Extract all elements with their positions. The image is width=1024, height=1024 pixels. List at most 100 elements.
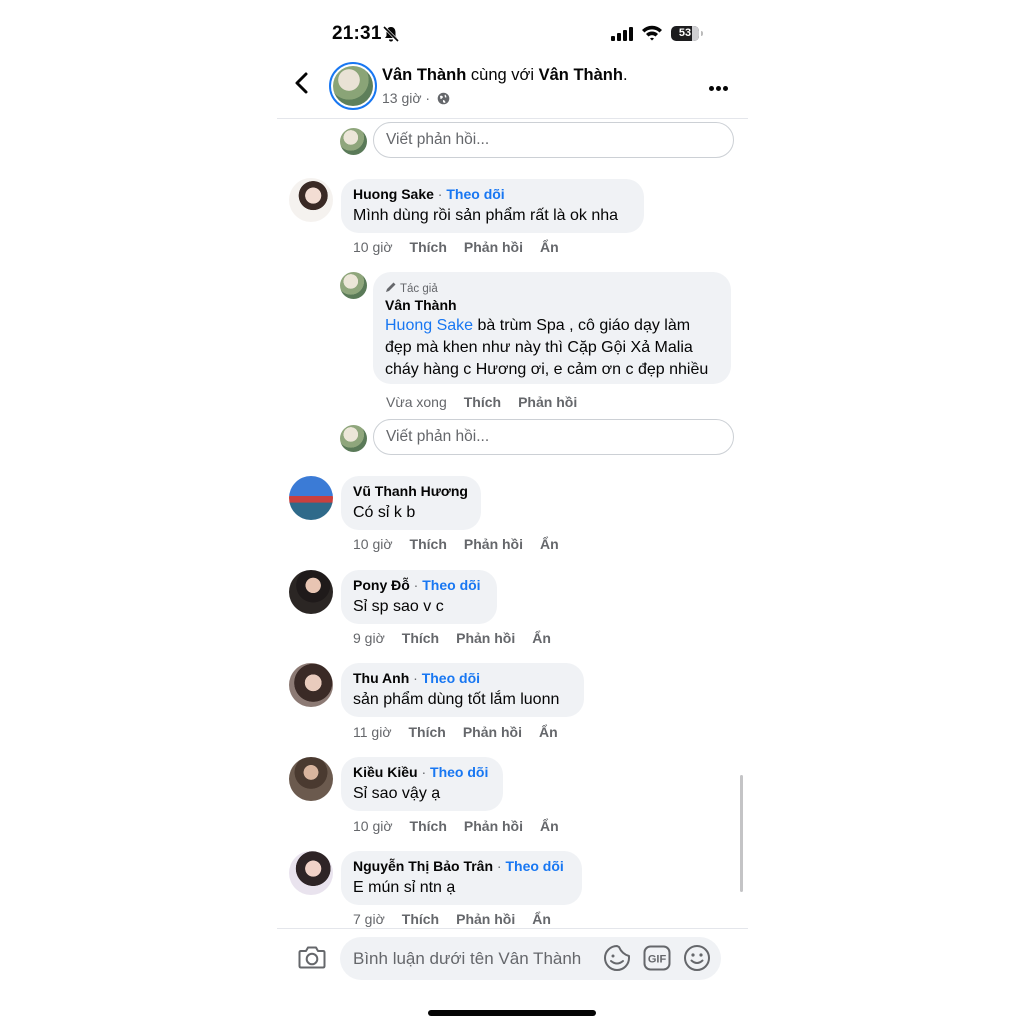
back-arrow-icon[interactable]	[291, 70, 313, 96]
camera-icon[interactable]	[298, 944, 326, 970]
author-reply-bubble: Tác giả Vân Thành Huong Sake bà trùm Spa…	[373, 272, 731, 384]
follow-button[interactable]: Theo dõi	[422, 670, 480, 686]
signal-icon	[611, 27, 633, 41]
comment-bubble: Thu Anh · Theo dõi sản phẩm dùng tốt lắm…	[341, 663, 584, 717]
follow-button[interactable]: Theo dõi	[446, 186, 504, 202]
post-header: Vân Thành cùng với Vân Thành. 13 giờ ·	[277, 56, 748, 118]
comment-actions: 9 giờ Thích Phản hồi Ẩn	[353, 630, 568, 646]
comment-text: E mún sỉ ntn ạ	[353, 879, 456, 896]
comment-actions: 10 giờ Thích Phản hồi Ẩn	[353, 818, 576, 834]
commenter-avatar[interactable]	[289, 476, 333, 520]
hide-button[interactable]: Ẩn	[539, 724, 558, 740]
hide-button[interactable]: Ẩn	[540, 818, 559, 834]
reply-input[interactable]: Viết phản hồi...	[373, 419, 734, 455]
comment-bubble: Huong Sake · Theo dõi Mình dùng rồi sản …	[341, 179, 644, 233]
status-bar: 21:31 53	[277, 18, 748, 52]
follow-button[interactable]: Theo dõi	[422, 577, 480, 593]
author-reply-actions: Vừa xong Thích Phản hồi	[386, 394, 594, 410]
comment-text: Có sỉ k b	[353, 504, 416, 521]
composer-divider	[277, 928, 748, 929]
battery-icon: 53	[671, 26, 703, 41]
follow-button[interactable]: Theo dõi	[505, 858, 563, 874]
header-divider	[277, 118, 748, 119]
author-name-link[interactable]: Vân Thành	[382, 66, 466, 84]
author-reply-avatar[interactable]	[340, 272, 367, 299]
hide-button[interactable]: Ẩn	[540, 239, 559, 255]
sticker-icon[interactable]	[603, 944, 631, 972]
reply-button[interactable]: Phản hồi	[456, 911, 515, 927]
comment-bubble: Kiều Kiều · Theo dõi Sỉ sao vậy ạ	[341, 757, 503, 811]
comment-text: sản phẩm dùng tốt lắm luonn	[353, 691, 560, 708]
battery-level: 53	[678, 27, 692, 39]
comment-time: 10 giờ	[353, 536, 393, 552]
like-button[interactable]: Thích	[402, 630, 439, 646]
comment-time: 11 giờ	[353, 724, 392, 740]
comment-time: 7 giờ	[353, 911, 385, 927]
author-reply-text: Huong Sake bà trùm Spa , cô giáo dạy làm…	[385, 317, 709, 378]
comment-text: Sỉ sao vậy ạ	[353, 785, 441, 802]
comment-actions: 10 giờ Thích Phản hồi Ẩn	[353, 536, 576, 552]
mention-link[interactable]: Huong Sake	[385, 317, 473, 334]
like-button[interactable]: Thích	[409, 724, 446, 740]
svg-text:GIF: GIF	[648, 954, 667, 966]
comment-actions: 11 giờ Thích Phản hồi Ẩn	[353, 724, 575, 740]
comment-text: Sỉ sp sao v c	[353, 598, 444, 615]
reply-input[interactable]: Viết phản hồi...	[373, 122, 734, 158]
scrollbar[interactable]	[740, 775, 743, 892]
comment-bubble: Nguyễn Thị Bảo Trân · Theo dõi E mún sỉ …	[341, 851, 582, 905]
commenter-name[interactable]: Vũ Thanh Hương	[353, 483, 468, 499]
author-badge: Tác giả	[385, 281, 719, 295]
comment-time: 10 giờ	[353, 239, 393, 255]
phone-screen: 21:31 53 Vân Thành cùng với Vân Thành. 1…	[277, 0, 748, 1024]
commenter-name[interactable]: Nguyễn Thị Bảo Trân	[353, 858, 493, 874]
emoji-icon[interactable]	[683, 944, 711, 972]
comment-time: 9 giờ	[353, 630, 385, 646]
reply-button[interactable]: Phản hồi	[518, 394, 577, 410]
comment-actions: 7 giờ Thích Phản hồi Ẩn	[353, 911, 568, 927]
commenter-avatar[interactable]	[289, 178, 333, 222]
commenter-avatar[interactable]	[289, 663, 333, 707]
more-icon[interactable]	[709, 78, 733, 91]
hide-button[interactable]: Ẩn	[532, 630, 551, 646]
like-button[interactable]: Thích	[464, 394, 501, 410]
commenter-avatar[interactable]	[289, 851, 333, 895]
comment-bubble: Pony Đỗ · Theo dõi Sỉ sp sao v c	[341, 570, 497, 624]
reply-button[interactable]: Phản hồi	[456, 630, 515, 646]
post-time: 13 giờ ·	[382, 90, 450, 106]
tagged-name-link[interactable]: Vân Thành	[539, 66, 623, 84]
commenter-name[interactable]: Thu Anh	[353, 670, 409, 686]
hide-button[interactable]: Ẩn	[532, 911, 551, 927]
comment-text: Mình dùng rồi sản phẩm rất là ok nha	[353, 207, 619, 224]
commenter-avatar[interactable]	[289, 570, 333, 614]
commenter-avatar[interactable]	[289, 757, 333, 801]
like-button[interactable]: Thích	[402, 911, 439, 927]
author-avatar[interactable]	[329, 62, 377, 110]
pencil-icon	[386, 282, 396, 292]
comment-actions: 10 giờ Thích Phản hồi Ẩn	[353, 239, 576, 255]
reply-button[interactable]: Phản hồi	[464, 818, 523, 834]
author-reply-name[interactable]: Vân Thành	[385, 297, 719, 313]
my-avatar	[340, 128, 367, 155]
follow-button[interactable]: Theo dõi	[430, 764, 488, 780]
reply-button[interactable]: Phản hồi	[463, 724, 522, 740]
gif-icon[interactable]: GIF	[643, 945, 671, 971]
like-button[interactable]: Thích	[410, 239, 447, 255]
status-time: 21:31	[332, 23, 382, 44]
like-button[interactable]: Thích	[410, 818, 447, 834]
hide-button[interactable]: Ẩn	[540, 536, 559, 552]
like-button[interactable]: Thích	[410, 536, 447, 552]
reply-time: Vừa xong	[386, 394, 447, 410]
commenter-name[interactable]: Kiều Kiều	[353, 764, 418, 780]
comment-bubble: Vũ Thanh Hương Có sỉ k b	[341, 476, 481, 530]
reply-button[interactable]: Phản hồi	[464, 239, 523, 255]
reply-button[interactable]: Phản hồi	[464, 536, 523, 552]
globe-icon	[437, 92, 450, 105]
post-title: Vân Thành cùng với Vân Thành.	[382, 66, 628, 84]
home-indicator[interactable]	[428, 1010, 596, 1016]
wifi-icon	[642, 25, 662, 41]
commenter-name[interactable]: Huong Sake	[353, 186, 434, 202]
my-avatar	[340, 425, 367, 452]
bell-off-icon	[382, 25, 400, 43]
comment-time: 10 giờ	[353, 818, 393, 834]
commenter-name[interactable]: Pony Đỗ	[353, 577, 410, 593]
